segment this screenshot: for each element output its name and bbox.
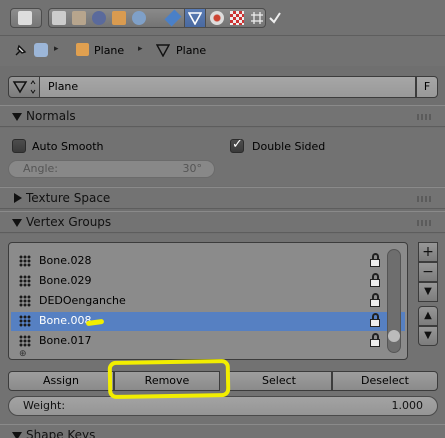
- breadcrumb-arrow-icon: ▸: [138, 44, 143, 54]
- physics-icon[interactable]: [268, 11, 282, 25]
- vertex-group-name: Bone.029: [39, 274, 92, 287]
- collapse-triangle-icon: [12, 432, 22, 438]
- mesh-data-icon[interactable]: [187, 11, 203, 26]
- select-button[interactable]: Select: [226, 371, 332, 391]
- world-icon[interactable]: [92, 11, 106, 25]
- drag-grip-icon[interactable]: [417, 114, 433, 120]
- breadcrumb: [0, 36, 445, 66]
- texture-space-panel-header[interactable]: Texture Space: [0, 187, 445, 209]
- move-up-button[interactable]: ▲: [418, 306, 438, 326]
- drag-grip-icon[interactable]: [417, 196, 433, 202]
- list-item[interactable]: Bone.017: [11, 332, 405, 351]
- scene-icon[interactable]: [72, 11, 86, 25]
- particles-icon[interactable]: [250, 11, 264, 25]
- object-icon[interactable]: [112, 11, 126, 25]
- vertex-group-icon: [19, 335, 31, 347]
- list-item[interactable]: Bone.028: [11, 252, 405, 271]
- deselect-button[interactable]: Deselect: [332, 371, 438, 391]
- angle-field[interactable]: Angle: 30°: [8, 160, 215, 178]
- lock-icon[interactable]: [369, 313, 381, 328]
- vertex-group-icon: [19, 295, 31, 307]
- fake-user-button[interactable]: F: [416, 76, 438, 98]
- double-sided-label: Double Sided: [252, 140, 326, 153]
- weight-label: Weight:: [23, 399, 66, 412]
- lock-icon[interactable]: [369, 253, 381, 268]
- panel-title: Normals: [26, 109, 76, 123]
- weight-slider[interactable]: Weight: 1.000: [8, 396, 438, 416]
- vertex-group-name: Bone.017: [39, 334, 92, 347]
- vertex-group-specials-button[interactable]: ▼: [418, 282, 438, 302]
- weight-value: 1.000: [391, 399, 424, 412]
- constraints-icon[interactable]: [132, 11, 146, 25]
- lock-icon[interactable]: [369, 273, 381, 288]
- list-item[interactable]: Bone.029: [11, 272, 405, 291]
- object-icon: [76, 43, 89, 56]
- list-resize-icon[interactable]: ⊕: [19, 349, 27, 359]
- assign-button[interactable]: Assign: [8, 371, 114, 391]
- texture-icon[interactable]: [230, 11, 244, 25]
- scrollbar-thumb[interactable]: [388, 330, 400, 342]
- highlight-annotation: [107, 358, 231, 400]
- drag-grip-icon[interactable]: [417, 220, 433, 226]
- editor-type-icon: [18, 11, 32, 25]
- panel-title: Shape Keys: [26, 428, 96, 438]
- angle-value: 30°: [182, 162, 203, 175]
- vertex-group-icon: [19, 275, 31, 287]
- vertex-groups-panel-header[interactable]: Vertex Groups: [0, 211, 445, 233]
- collapse-triangle-icon: [12, 113, 22, 121]
- normals-panel-header[interactable]: Normals: [0, 105, 445, 127]
- lock-icon[interactable]: [369, 293, 381, 308]
- vertex-group-name: Bone.028: [39, 254, 92, 267]
- mesh-icon: [155, 43, 171, 60]
- scene-data-icon: [34, 43, 48, 57]
- properties-header: [0, 0, 445, 36]
- add-vertex-group-button[interactable]: +: [418, 242, 438, 262]
- expand-triangle-icon: [14, 193, 22, 203]
- vertex-group-icon: [19, 255, 31, 267]
- vertex-group-icon: [19, 315, 31, 327]
- material-icon[interactable]: [210, 11, 224, 25]
- lock-icon[interactable]: [369, 333, 381, 348]
- pin-icon[interactable]: [12, 43, 28, 62]
- double-sided-checkbox[interactable]: [230, 137, 244, 153]
- browse-mesh-button[interactable]: [8, 76, 40, 98]
- breadcrumb-arrow-icon: ▸: [54, 44, 59, 54]
- vertex-group-name: DEDOenganche: [39, 294, 126, 307]
- shape-keys-panel-header[interactable]: Shape Keys: [0, 424, 445, 438]
- move-down-button[interactable]: ▼: [418, 326, 438, 346]
- list-scrollbar[interactable]: [387, 249, 401, 353]
- breadcrumb-mesh: Plane: [176, 44, 207, 57]
- mesh-datablock-selector: Plane F: [8, 76, 438, 98]
- mesh-name-field[interactable]: Plane: [40, 76, 416, 98]
- auto-smooth-label: Auto Smooth: [32, 140, 104, 153]
- collapse-triangle-icon: [12, 219, 22, 227]
- vertex-group-list[interactable]: Bone.028 Bone.029 DEDOenganche Bone.008 …: [8, 242, 408, 360]
- vertex-group-name: Bone.008: [39, 314, 92, 327]
- list-item[interactable]: DEDOenganche: [11, 292, 405, 311]
- panel-title: Vertex Groups: [26, 215, 112, 229]
- panel-title: Texture Space: [26, 191, 111, 205]
- angle-label: Angle:: [23, 162, 59, 175]
- auto-smooth-checkbox[interactable]: [12, 139, 26, 153]
- breadcrumb-object: Plane: [94, 44, 125, 57]
- render-icon[interactable]: [52, 11, 66, 25]
- list-item-selected[interactable]: Bone.008: [11, 312, 405, 331]
- remove-vertex-group-button[interactable]: −: [418, 262, 438, 282]
